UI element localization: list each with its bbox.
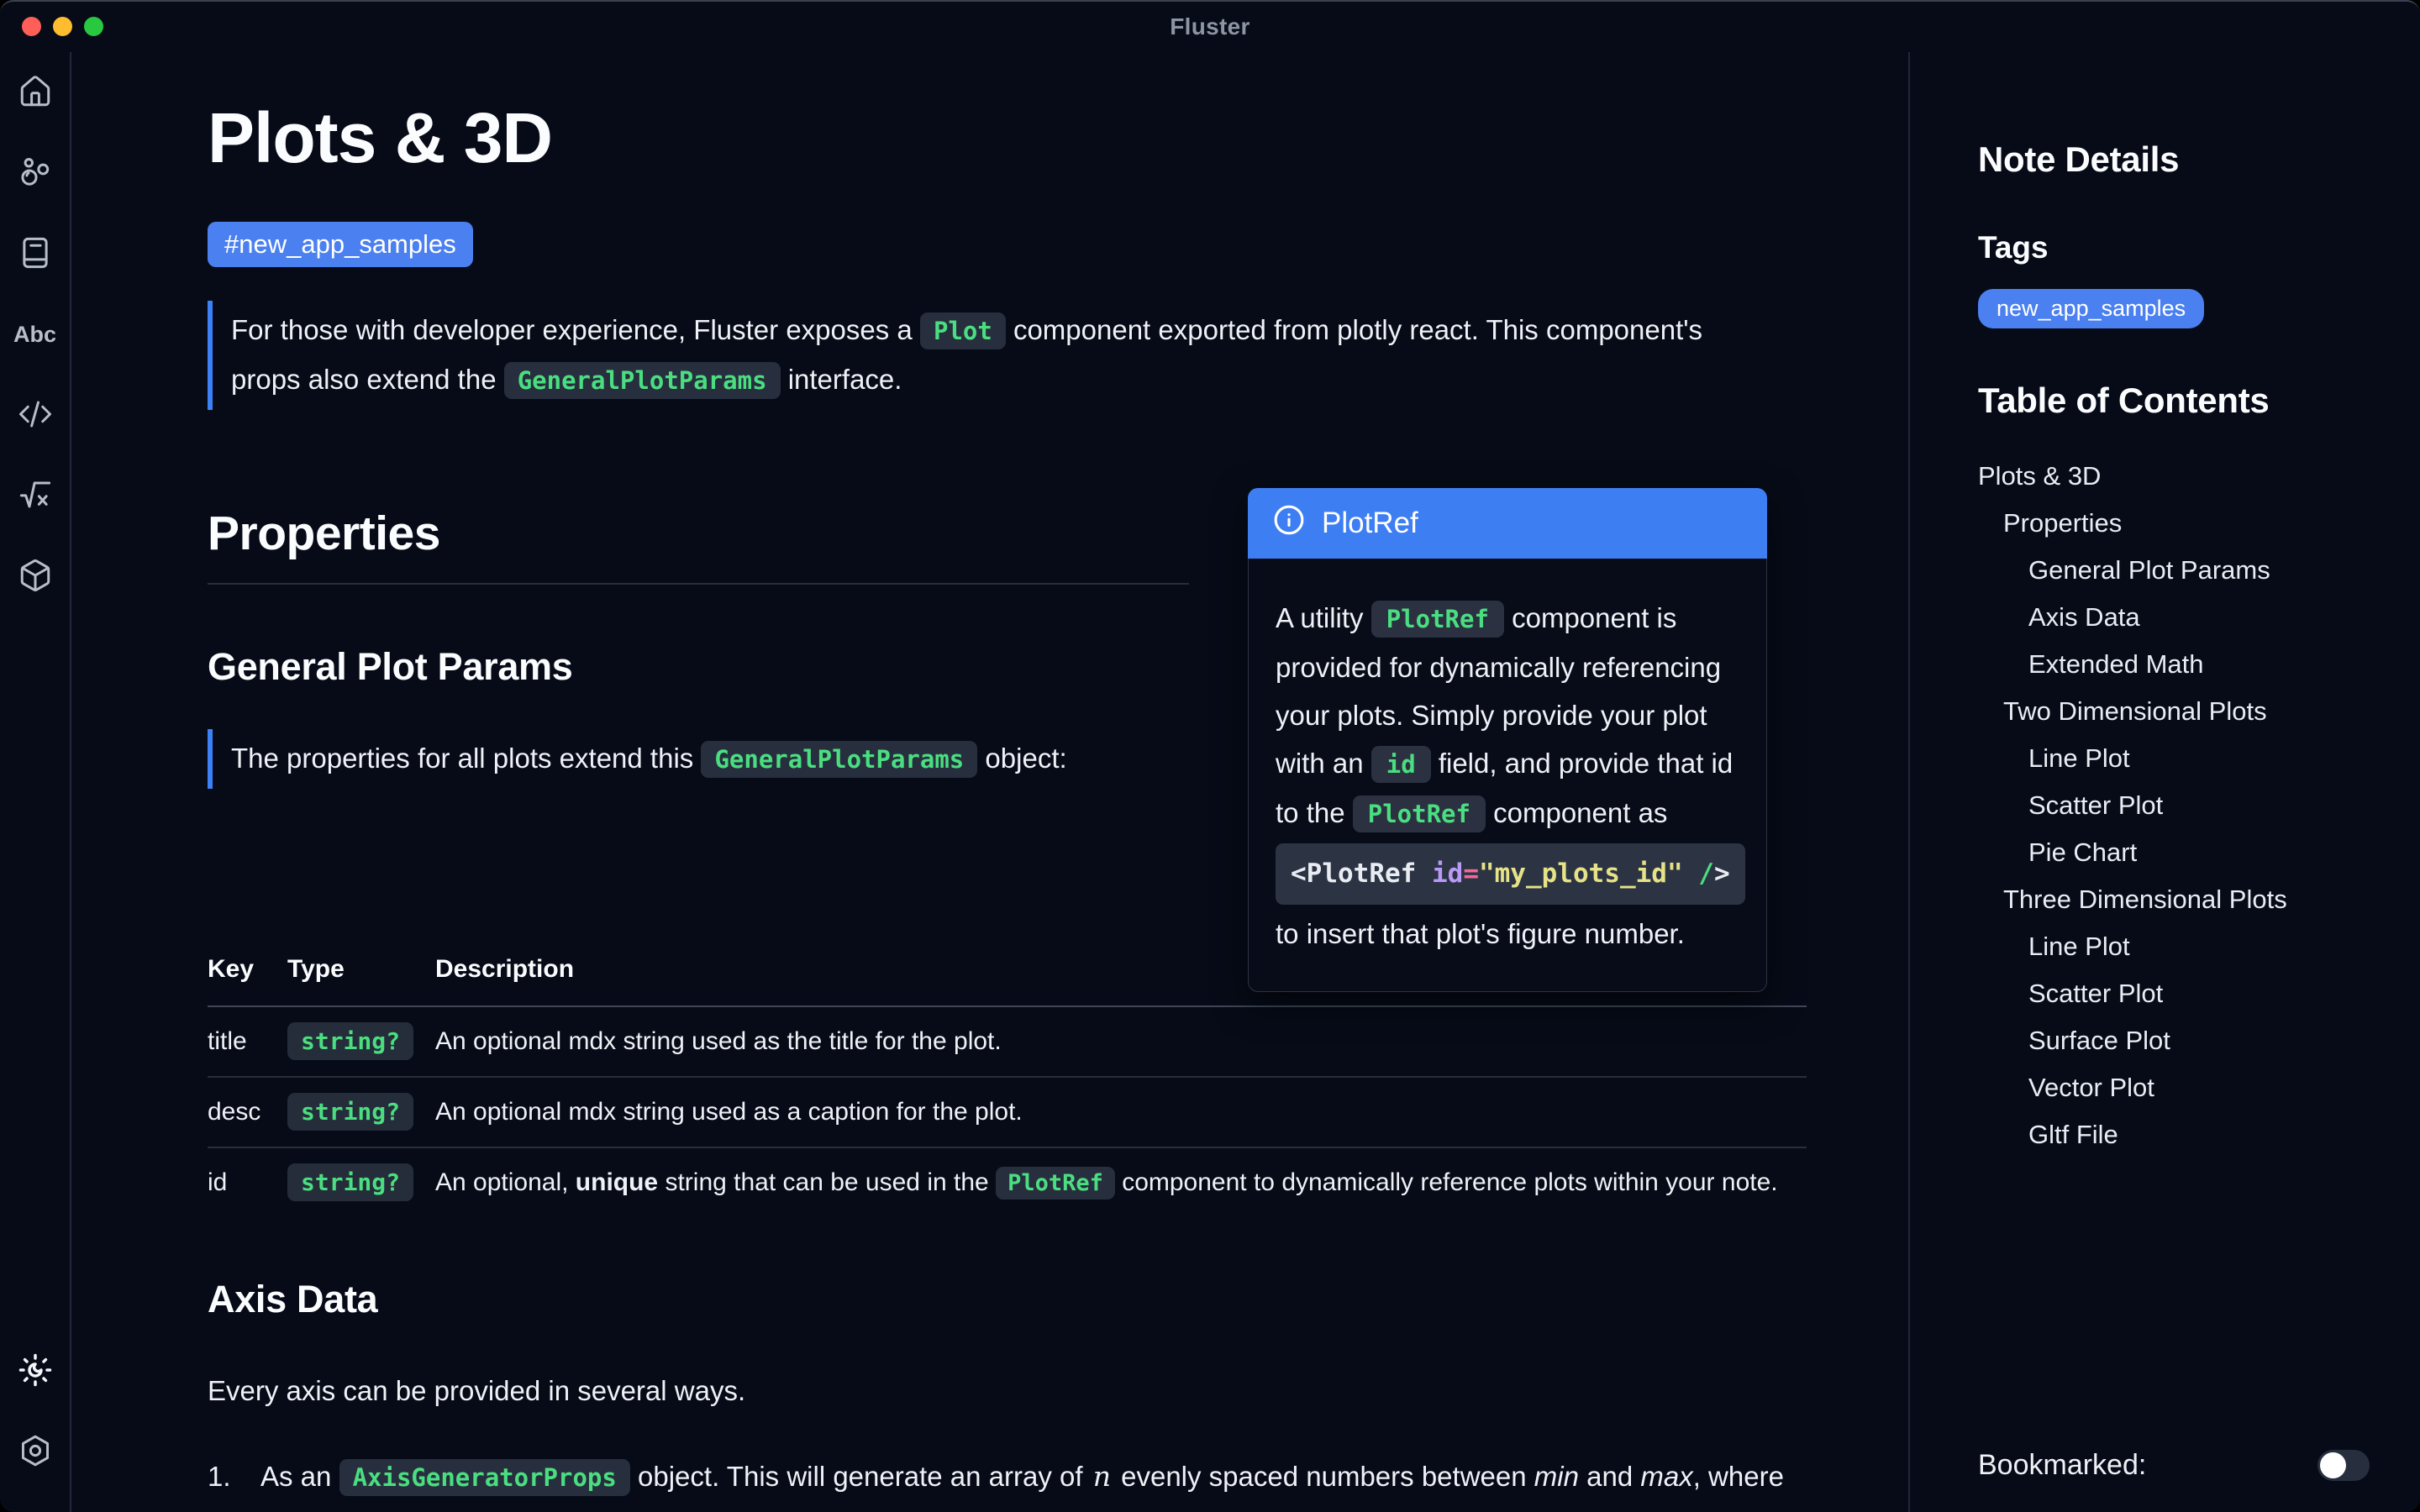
inline-code: GeneralPlotParams [701, 741, 977, 778]
table-row: descstring? An optional mdx string used a… [208, 1078, 1807, 1148]
book-icon [18, 235, 53, 273]
cell-description: An optional, unique string that can be u… [435, 1168, 1807, 1197]
inline-code: Plot [920, 312, 1006, 349]
toc-item[interactable]: Plots & 3D [1978, 453, 2370, 500]
sidebar-item-bubbles[interactable] [12, 155, 59, 192]
text-abc-icon: Abc [13, 322, 56, 348]
sidebar-item-book[interactable] [12, 235, 59, 272]
table-of-contents: Plots & 3DPropertiesGeneral Plot ParamsA… [1978, 453, 2370, 1158]
cell-description: An optional mdx string used as the title… [435, 1027, 1807, 1056]
toc-item[interactable]: Axis Data [1978, 594, 2370, 641]
app-title: Fluster [1170, 13, 1249, 40]
toc-item[interactable]: General Plot Params [1978, 547, 2370, 594]
cell-description: An optional mdx string used as a caption… [435, 1098, 1807, 1126]
toc-item[interactable]: Scatter Plot [1978, 782, 2370, 829]
intro-quote: For those with developer experience, Flu… [208, 301, 1737, 410]
bookmark-row: Bookmarked: [1978, 1449, 2370, 1482]
bubbles-icon [18, 155, 53, 192]
close-button[interactable] [22, 17, 41, 36]
inline-code-snippet: <PlotRef id="my_plots_id" /> [1276, 843, 1745, 905]
tag-pill[interactable]: new_app_samples [1978, 289, 2204, 328]
info-icon [1273, 504, 1305, 543]
inline-code: GeneralPlotParams [504, 362, 781, 399]
table-row: idstring? An optional, unique string that… [208, 1148, 1807, 1217]
plotref-callout-header: PlotRef [1248, 488, 1767, 559]
divider [208, 583, 1189, 585]
toc-item[interactable]: Surface Plot [1978, 1017, 2370, 1064]
zoom-button[interactable] [84, 17, 103, 36]
sidebar-item-square-root[interactable] [12, 477, 59, 514]
inline-code: PlotRef [1371, 601, 1504, 638]
plotref-callout: PlotRef A utility PlotRef component is p… [1248, 488, 1767, 992]
inline-code: id [1371, 746, 1431, 783]
toc-item[interactable]: Vector Plot [1978, 1064, 2370, 1111]
cube-icon [18, 558, 53, 596]
inline-code: PlotRef [996, 1167, 1115, 1200]
cell-key: id [208, 1168, 287, 1197]
toc-item[interactable]: Gltf File [1978, 1111, 2370, 1158]
toggle-knob [2320, 1452, 2346, 1478]
table-row: titlestring? An optional mdx string used … [208, 1007, 1807, 1078]
cell-key: title [208, 1027, 287, 1056]
theme-toggle-icon [18, 1352, 53, 1390]
sidebar-item-settings[interactable] [12, 1433, 59, 1470]
inline-code: PlotRef [1353, 795, 1486, 832]
sidebar-item-theme-toggle[interactable] [12, 1352, 59, 1389]
page-title: Plots & 3D [208, 101, 1908, 175]
props-table: Key Type Description titlestring?An opti… [208, 955, 1807, 1217]
toc-item[interactable]: Properties [1978, 500, 2370, 547]
titlebar: Fluster [0, 2, 2420, 52]
left-sidebar: Abc [0, 52, 71, 1512]
axis-data-paragraph: Every axis can be provided in several wa… [208, 1375, 1908, 1407]
toc-item[interactable]: Scatter Plot [1978, 970, 2370, 1017]
home-icon [18, 74, 53, 112]
square-root-icon [18, 477, 53, 515]
cell-key: desc [208, 1098, 287, 1126]
sidebar-item-text-abc[interactable]: Abc [12, 316, 59, 353]
settings-icon [18, 1433, 53, 1471]
column-header-type: Type [287, 955, 435, 984]
inline-code: AxisGeneratorProps [339, 1459, 630, 1496]
toc-item[interactable]: Extended Math [1978, 641, 2370, 688]
axis-data-heading: Axis Data [208, 1278, 1908, 1321]
minimize-button[interactable] [53, 17, 72, 36]
column-header-key: Key [208, 955, 287, 984]
sidebar-item-cube[interactable] [12, 558, 59, 595]
plotref-callout-body: A utility PlotRef component is provided … [1248, 559, 1767, 992]
toc-item[interactable]: Three Dimensional Plots [1978, 876, 2370, 923]
toc-item[interactable]: Line Plot [1978, 735, 2370, 782]
right-panel: Note Details Tags new_app_samples Table … [1908, 52, 2420, 1512]
axis-list: 1.As an AxisGeneratorProps object. This … [208, 1452, 1908, 1502]
list-item: 1.As an AxisGeneratorProps object. This … [208, 1452, 1908, 1502]
bookmarked-toggle[interactable] [2317, 1450, 2370, 1481]
sidebar-item-code[interactable] [12, 396, 59, 433]
code-icon [18, 396, 53, 434]
toc-item[interactable]: Pie Chart [1978, 829, 2370, 876]
bookmarked-label: Bookmarked: [1978, 1449, 2146, 1482]
table-of-contents-heading: Table of Contents [1978, 381, 2370, 421]
toc-item[interactable]: Line Plot [1978, 923, 2370, 970]
tag-pill[interactable]: #new_app_samples [208, 222, 473, 267]
traffic-lights [22, 17, 103, 36]
note-details-heading: Note Details [1978, 139, 2370, 180]
plotref-callout-title: PlotRef [1322, 507, 1418, 540]
type-chip: string? [287, 1163, 413, 1201]
tags-heading: Tags [1978, 230, 2370, 265]
type-chip: string? [287, 1093, 413, 1131]
type-chip: string? [287, 1022, 413, 1060]
toc-item[interactable]: Two Dimensional Plots [1978, 688, 2370, 735]
sidebar-item-home[interactable] [12, 74, 59, 111]
app-window: Fluster Abc Plots & 3D #new_app_samples … [0, 0, 2420, 1512]
